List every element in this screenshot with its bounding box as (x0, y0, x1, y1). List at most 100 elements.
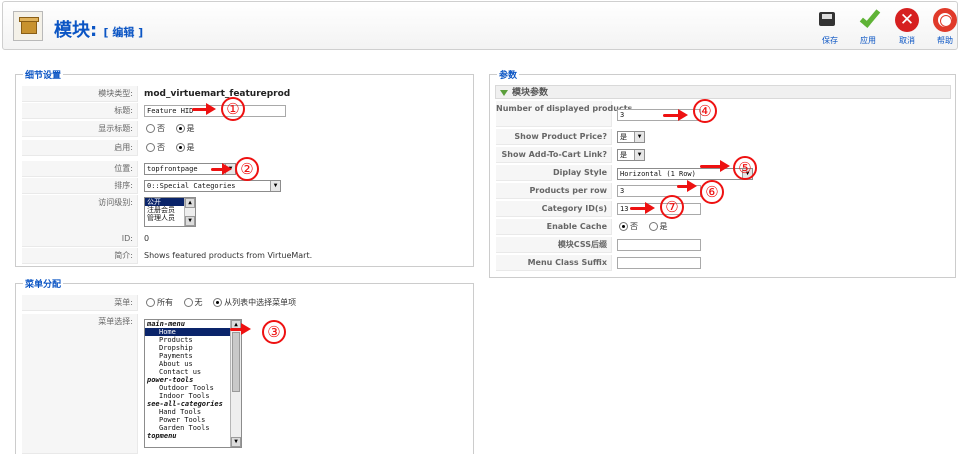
menu-items-listbox[interactable]: main-menu Home Products Dropship Payments Abo… (144, 319, 242, 448)
menu-none-radio[interactable] (183, 298, 193, 307)
title-label: 标题: (22, 103, 138, 119)
page-title-text: 模块: (54, 20, 98, 41)
menu-suffix-row: Menu Class Suffix (496, 255, 948, 271)
help-icon (933, 8, 957, 32)
details-legend: 细节设置 (23, 68, 64, 81)
display-style-value: Horizontal (1 Row) (620, 170, 696, 178)
menu-assignment-legend: 菜单分配 (23, 277, 64, 290)
order-select[interactable]: 0::Special Categories ▼ (144, 180, 281, 192)
menu-item-option[interactable]: Indoor Tools (145, 392, 241, 400)
access-listbox[interactable]: 公开 注册会员 管理人员 ▲ ▼ (144, 197, 196, 227)
cache-yes-radio[interactable] (648, 222, 658, 231)
id-label: ID: (22, 231, 138, 247)
menu-all-label: 所有 (157, 298, 173, 307)
save-button[interactable]: 保存 (810, 8, 850, 48)
order-value: 0::Special Categories (147, 182, 236, 190)
menu-all-radio[interactable] (146, 298, 155, 307)
collapse-triangle-icon (500, 90, 508, 96)
menu-none-label: 无 (194, 298, 203, 307)
annotation-number: ④ (693, 99, 717, 123)
menu-item-option[interactable]: Outdoor Tools (145, 384, 241, 392)
menu-item-option[interactable]: Garden Tools (145, 424, 241, 432)
save-label: 保存 (822, 36, 838, 45)
menu-item-option[interactable]: About us (145, 360, 241, 368)
scroll-down-icon[interactable]: ▼ (185, 216, 195, 226)
menu-item-option[interactable]: Power Tools (145, 416, 241, 424)
page-title: 模块: [ 编辑 ] (54, 16, 143, 42)
help-button[interactable]: 帮助 (925, 8, 960, 48)
menu-select-row-label: 菜单选择: (22, 314, 138, 454)
menu-assignment-fieldset: 菜单分配 菜单: 所有 无 从列表中选择菜单项 菜单选择: main-menu H… (15, 277, 474, 454)
enabled-radios: 否 是 (146, 142, 203, 153)
css-suffix-row: 模块CSS后缀 (496, 237, 948, 253)
show-title-yes-radio[interactable] (175, 124, 185, 133)
params-panel-header[interactable]: 模块参数 (495, 85, 951, 99)
scroll-down-icon[interactable]: ▼ (231, 437, 241, 447)
show-price-value: 是 (620, 133, 627, 141)
menu-suffix-label: Menu Class Suffix (496, 255, 612, 271)
cancel-button[interactable]: ✕ 取消 (887, 8, 927, 48)
apply-icon (856, 6, 881, 32)
menu-item-option[interactable]: Contact us (145, 368, 241, 376)
num-displayed-input[interactable]: 3 (617, 109, 701, 121)
cancel-label: 取消 (899, 36, 915, 45)
enabled-row: 启用: 否 是 (22, 140, 467, 156)
css-suffix-label: 模块CSS后缀 (496, 237, 612, 253)
show-price-label: Show Product Price? (496, 129, 612, 145)
menu-row: 菜单: 所有 无 从列表中选择菜单项 (22, 295, 467, 311)
show-addtocart-select[interactable]: 是 ▼ (617, 149, 645, 161)
menu-item-option[interactable]: Home (145, 328, 241, 336)
cache-yes-label: 是 (659, 222, 668, 231)
annotation-number: ⑦ (660, 195, 684, 219)
menu-select-radio[interactable] (213, 298, 223, 307)
show-title-radios: 否 是 (146, 123, 203, 134)
scroll-up-icon[interactable]: ▲ (185, 198, 195, 208)
access-label: 访问级别: (22, 195, 138, 235)
order-label: 排序: (22, 178, 138, 194)
show-price-select[interactable]: 是 ▼ (617, 131, 645, 143)
menu-group-label: power-tools (147, 376, 194, 384)
apply-button[interactable]: 应用 (848, 6, 888, 48)
menu-items-scrollbar[interactable]: ▲ ▼ (230, 320, 241, 447)
annotation-number: ⑤ (733, 156, 757, 180)
chevron-down-icon: ▼ (634, 132, 644, 142)
description-label: 简介: (22, 248, 138, 264)
show-title-row: 显示标题: 否 是 (22, 121, 467, 137)
module-type-value: mod_virtuemart_featureprod (144, 89, 291, 99)
annotation-number: ③ (262, 320, 286, 344)
menu-suffix-input[interactable] (617, 257, 701, 269)
enabled-no-radio[interactable] (146, 143, 155, 152)
module-type-label: 模块类型: (22, 86, 138, 102)
num-displayed-label: Number of displayed products (496, 101, 632, 127)
scroll-thumb[interactable] (232, 332, 240, 392)
menu-item-option[interactable]: Dropship (145, 344, 241, 352)
annotation-number: ⑥ (700, 180, 724, 204)
cache-row: Enable Cache 否 是 (496, 219, 948, 235)
enabled-yes-radio[interactable] (175, 143, 185, 152)
description-value: Shows featured products from VirtueMart. (144, 251, 313, 260)
show-title-no-radio[interactable] (146, 124, 155, 133)
css-suffix-input[interactable] (617, 239, 701, 251)
page-subtitle: [ 编辑 ] (103, 26, 144, 39)
chevron-down-icon: ▼ (634, 150, 644, 160)
show-title-label: 显示标题: (22, 121, 138, 137)
cache-label: Enable Cache (496, 219, 612, 235)
enabled-yes-label: 是 (186, 143, 195, 152)
num-displayed-row: Number of displayed products 3 (496, 101, 948, 127)
menu-item-option[interactable]: Payments (145, 352, 241, 360)
show-price-row: Show Product Price? 是 ▼ (496, 129, 948, 145)
menu-group-label: see-all-categories (147, 400, 223, 408)
menu-item-option[interactable]: Hand Tools (145, 408, 241, 416)
toolbar: 模块: [ 编辑 ] 保存 应用 ✕ 取消 帮助 (2, 1, 958, 50)
id-row: ID: 0 (22, 231, 467, 247)
description-row: 简介: Shows featured products from VirtueM… (22, 248, 467, 264)
show-title-yes-label: 是 (186, 124, 195, 133)
params-fieldset: 参数 模块参数 Number of displayed products 3 S… (489, 68, 956, 278)
show-title-no-label: 否 (157, 124, 165, 133)
chevron-down-icon: ▼ (270, 181, 280, 191)
cache-no-radio[interactable] (619, 222, 628, 231)
category-label: Category ID(s) (496, 201, 612, 217)
menu-item-option[interactable]: Products (145, 336, 241, 344)
access-scrollbar[interactable]: ▲ ▼ (184, 198, 195, 226)
params-panel-title: 模块参数 (512, 88, 549, 98)
